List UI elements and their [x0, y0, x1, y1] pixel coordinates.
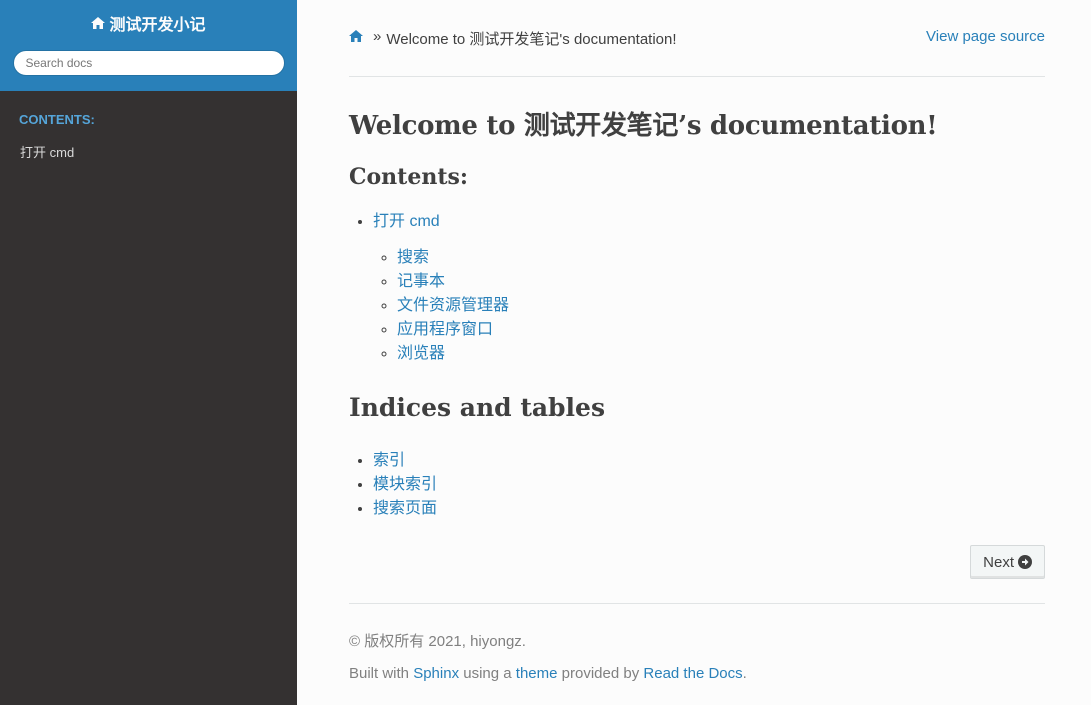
- project-name: 测试开发小记: [109, 17, 206, 34]
- theme-link[interactable]: theme: [516, 665, 558, 682]
- project-home-link[interactable]: 测试开发小记: [91, 11, 206, 35]
- toc-sublist: 搜索 记事本 文件资源管理器 应用程序窗口 浏览器: [397, 246, 1045, 366]
- next-button[interactable]: Next: [970, 545, 1045, 579]
- breadcrumb-home-link[interactable]: [349, 28, 363, 42]
- sidebar-caption: CONTENTS:: [19, 112, 95, 127]
- main-content: » Welcome to 测试开发笔记's documentation! Vie…: [349, 0, 1045, 682]
- indices-list: 索引 模块索引 搜索页面: [373, 449, 1045, 521]
- index-link[interactable]: 索引: [373, 452, 405, 469]
- sidebar-header: 测试开发小记: [0, 0, 297, 91]
- provided-by-text: provided by: [561, 665, 640, 682]
- module-index-link[interactable]: 模块索引: [373, 476, 437, 493]
- home-icon: [349, 30, 363, 42]
- toc-subitem: 浏览器: [397, 342, 1045, 366]
- next-button-label: Next: [983, 553, 1014, 571]
- toc-link-notepad[interactable]: 记事本: [397, 273, 445, 290]
- footer-divider: [349, 603, 1045, 604]
- read-the-docs-link[interactable]: Read the Docs: [643, 665, 742, 682]
- toc-subitem: 文件资源管理器: [397, 294, 1045, 318]
- sidebar-item-open-cmd[interactable]: 打开 cmd: [20, 142, 297, 161]
- indices-heading: Indices and tables: [349, 393, 606, 422]
- toc-subitem: 应用程序窗口: [397, 318, 1045, 342]
- breadcrumb-current: Welcome to 测试开发笔记's documentation!: [386, 31, 677, 48]
- contents-heading: Contents:: [349, 164, 469, 190]
- breadcrumb-separator: »: [373, 28, 382, 45]
- view-page-source-link[interactable]: View page source: [926, 28, 1045, 45]
- toc-link-app-window[interactable]: 应用程序窗口: [397, 321, 493, 338]
- home-icon: [91, 17, 106, 29]
- toc-link-file-explorer[interactable]: 文件资源管理器: [397, 297, 509, 314]
- page-nav: Next: [349, 545, 1045, 579]
- indices-item: 模块索引: [373, 473, 1045, 497]
- page-title: Welcome to 测试开发笔记’s documentation!: [349, 111, 938, 141]
- sidebar: 测试开发小记 CONTENTS: 打开 cmd: [0, 0, 297, 705]
- footer: © 版权所有 2021, hiyongz. Built with Sphinx …: [349, 630, 1045, 682]
- circle-arrow-right-icon: [1018, 555, 1032, 569]
- toc-list: 打开 cmd 搜索 记事本 文件资源管理器 应用程序窗口 浏览器: [373, 210, 1045, 366]
- period: .: [742, 665, 747, 682]
- toc-link-browser[interactable]: 浏览器: [397, 345, 445, 362]
- breadcrumb: » Welcome to 测试开发笔记's documentation! Vie…: [349, 0, 1045, 77]
- sphinx-link[interactable]: Sphinx: [413, 665, 459, 682]
- toc-link-open-cmd[interactable]: 打开 cmd: [373, 213, 440, 230]
- copyright: © 版权所有 2021, hiyongz.: [349, 633, 526, 650]
- search-input[interactable]: [12, 50, 285, 76]
- indices-item: 索引: [373, 449, 1045, 473]
- search-page-link[interactable]: 搜索页面: [373, 500, 437, 517]
- toc-link-search[interactable]: 搜索: [397, 249, 429, 266]
- built-with-text: Built with: [349, 665, 410, 682]
- built-with: Built with Sphinx using a theme provided…: [349, 665, 1045, 682]
- indices-item: 搜索页面: [373, 497, 1045, 521]
- toc-item: 打开 cmd 搜索 记事本 文件资源管理器 应用程序窗口 浏览器: [373, 210, 1045, 366]
- using-a-text: using a: [463, 665, 512, 682]
- toc-subitem: 搜索: [397, 246, 1045, 270]
- toc-subitem: 记事本: [397, 270, 1045, 294]
